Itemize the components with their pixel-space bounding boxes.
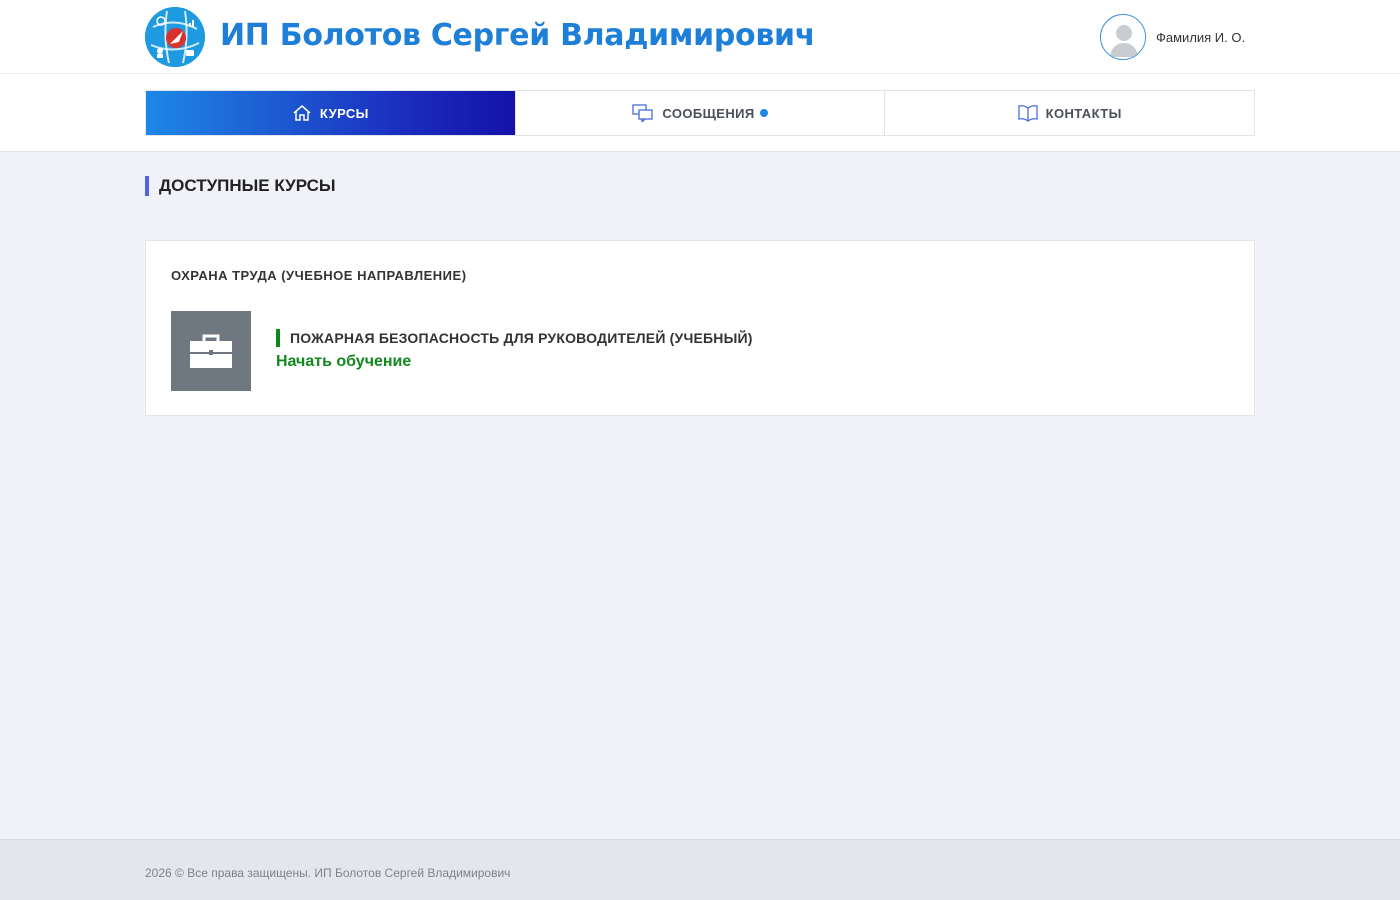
direction-title: ОХРАНА ТРУДА (УЧЕБНОЕ НАПРАВЛЕНИЕ) (171, 268, 467, 283)
tab-contacts-label: КОНТАКТЫ (1045, 105, 1122, 121)
home-icon (293, 105, 311, 121)
tab-contacts[interactable]: КОНТАКТЫ (885, 91, 1255, 135)
main-nav: КУРСЫ СООБЩЕНИЯ КОНТАКТЫ (145, 90, 1255, 136)
logo-icon[interactable] (145, 7, 205, 67)
book-icon (1017, 105, 1038, 122)
site-footer: 2026 © Все права защищены. ИП Болотов Се… (0, 839, 1400, 900)
user-name[interactable]: Фамилия И. О. (1156, 30, 1245, 45)
tab-courses[interactable]: КУРСЫ (146, 91, 516, 135)
tab-courses-label: КУРСЫ (319, 105, 369, 121)
user-menu[interactable]: Фамилия И. О. (1100, 14, 1245, 60)
tab-messages[interactable]: СООБЩЕНИЯ (515, 91, 886, 135)
course-direction-card: ОХРАНА ТРУДА (УЧЕБНОЕ НАПРАВЛЕНИЕ) ПОЖАР… (145, 240, 1255, 416)
footer-copyright: 2026 © Все права защищены. ИП Болотов Се… (145, 866, 511, 880)
site-header: ИП Болотов Сергей Владимирович Фамилия И… (0, 0, 1400, 74)
briefcase-icon (190, 334, 232, 368)
user-avatar-icon (1101, 15, 1145, 59)
chat-icon (632, 104, 654, 122)
site-title: ИП Болотов Сергей Владимирович (220, 18, 816, 53)
course-thumbnail[interactable] (171, 311, 251, 391)
page-title: ДОСТУПНЫЕ КУРСЫ (145, 176, 336, 196)
unread-indicator (759, 109, 768, 117)
course-title: ПОЖАРНАЯ БЕЗОПАСНОСТЬ ДЛЯ РУКОВОДИТЕЛЕЙ … (276, 329, 753, 347)
avatar[interactable] (1100, 14, 1146, 60)
start-learning-link[interactable]: Начать обучение (276, 353, 411, 371)
tab-messages-label: СООБЩЕНИЯ (662, 105, 755, 121)
nav-bar: КУРСЫ СООБЩЕНИЯ КОНТАКТЫ (0, 74, 1400, 152)
